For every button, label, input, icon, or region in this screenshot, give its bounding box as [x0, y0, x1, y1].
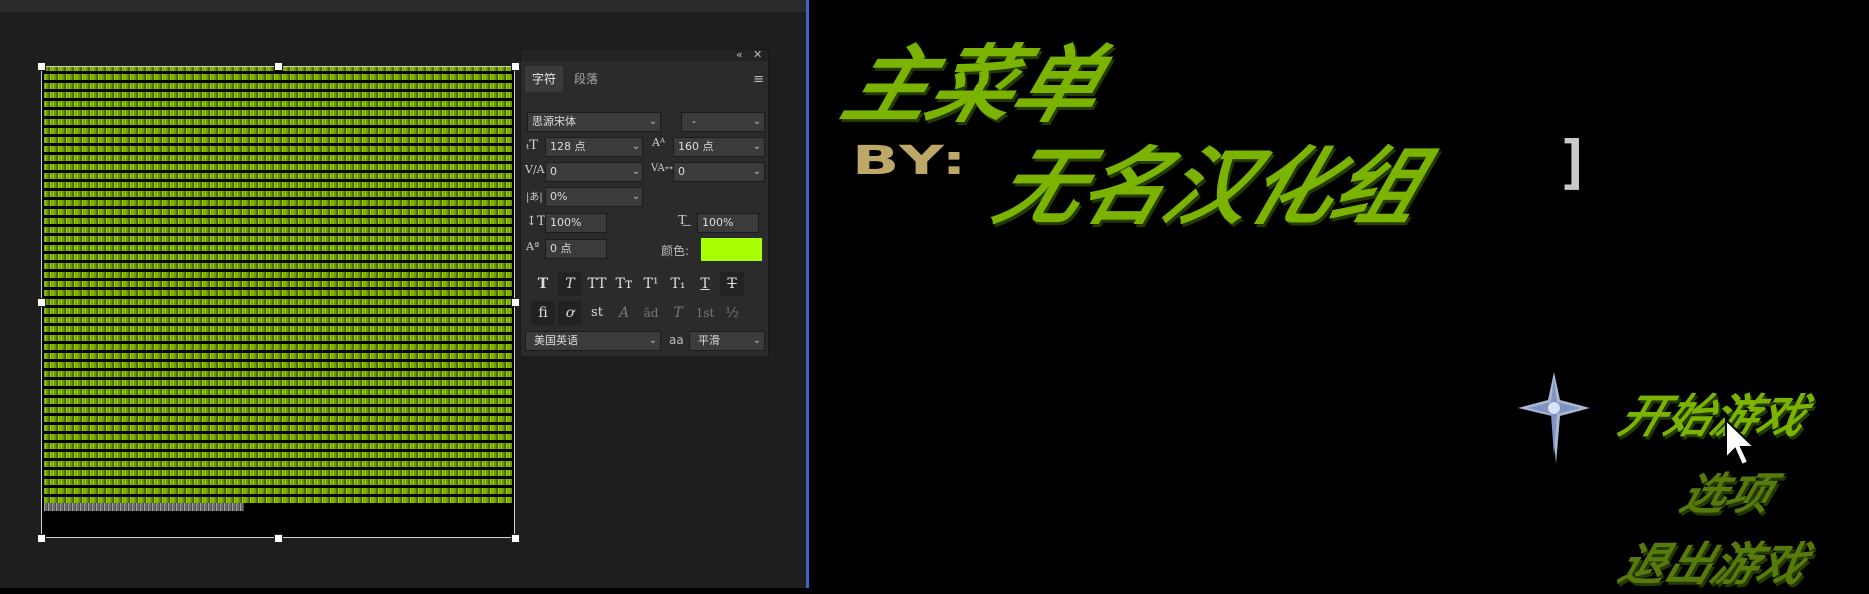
- dense-text-content: [44, 67, 512, 511]
- baseline-shift-input[interactable]: 0 点: [545, 239, 607, 259]
- subscript-button[interactable]: T₁: [666, 272, 690, 296]
- ligatures-button[interactable]: ﬁ: [531, 301, 555, 325]
- all-caps-button[interactable]: TT: [585, 272, 609, 296]
- menu-exit-game[interactable]: 退出游戏: [1611, 528, 1816, 594]
- editor-pane: « ✕ 字符 段落 ≡ 思源宋体 ⌄ - ⌄ ₜT 128 点 ⌄ Aᴬ 160…: [0, 0, 806, 588]
- close-icon[interactable]: ✕: [753, 48, 762, 61]
- character-panel: « ✕ 字符 段落 ≡ 思源宋体 ⌄ - ⌄ ₜT 128 点 ⌄ Aᴬ 160…: [520, 48, 769, 357]
- ornaments-button[interactable]: T: [666, 301, 690, 325]
- text-last-line: [44, 503, 244, 511]
- horizontal-scale-icon: T͟: [678, 212, 687, 228]
- strikethrough-button[interactable]: T: [720, 272, 744, 296]
- titling-alternates-button[interactable]: ād: [639, 301, 663, 325]
- mouse-pointer-icon: [1725, 418, 1757, 467]
- chevron-down-icon[interactable]: ⌄: [629, 187, 643, 207]
- handle-bottom-right[interactable]: [511, 534, 520, 543]
- handle-bottom-center[interactable]: [274, 534, 283, 543]
- handle-bottom-left[interactable]: [37, 534, 46, 543]
- kerning-icon: V/A: [525, 163, 545, 176]
- sparkle-cursor-icon: [1518, 372, 1590, 464]
- small-caps-button[interactable]: Tт: [612, 272, 636, 296]
- faux-bold-button[interactable]: T: [531, 272, 555, 296]
- menu-start-game[interactable]: 开始游戏: [1611, 380, 1816, 446]
- window-divider: [806, 0, 809, 588]
- horizontal-scale-input[interactable]: 100%: [697, 213, 759, 233]
- antialias-icon: aa: [669, 333, 684, 347]
- panel-menu-icon[interactable]: ≡: [753, 72, 764, 87]
- color-label: 颜色:: [661, 244, 690, 258]
- handle-top-right[interactable]: [511, 62, 520, 71]
- superscript-button[interactable]: T¹: [639, 272, 663, 296]
- credit-bracket: ]: [1556, 128, 1591, 196]
- panel-titlebar: « ✕: [521, 48, 768, 61]
- leading-icon: Aᴬ: [652, 136, 665, 149]
- text-bounding-box[interactable]: [41, 66, 515, 538]
- underline-button[interactable]: T: [693, 272, 717, 296]
- baseline-shift-icon: Aª: [526, 240, 540, 253]
- vertical-scale-icon: ↕T: [526, 214, 546, 229]
- vertical-scale-input[interactable]: 100%: [545, 213, 607, 233]
- translator-credit: 无名汉化组: [983, 137, 1437, 236]
- swash-button[interactable]: st: [585, 301, 609, 325]
- chevron-down-icon[interactable]: ⌄: [750, 112, 764, 132]
- handle-middle-right[interactable]: [511, 298, 520, 307]
- handle-top-center[interactable]: [274, 62, 283, 71]
- handle-middle-left[interactable]: [37, 298, 46, 307]
- fractions-button[interactable]: ½: [720, 301, 744, 325]
- font-family-select[interactable]: 思源宋体: [527, 112, 661, 132]
- chevron-down-icon[interactable]: ⌄: [750, 331, 764, 351]
- collapse-icon[interactable]: «: [736, 48, 743, 61]
- editor-top-strip: [0, 0, 806, 12]
- tsume-icon: |あ|: [526, 192, 543, 203]
- handle-top-left[interactable]: [37, 62, 46, 71]
- panel-tabs: 字符 段落 ≡: [521, 62, 768, 94]
- chevron-down-icon[interactable]: ⌄: [750, 162, 764, 182]
- tracking-icon: VA↔: [651, 163, 674, 174]
- faux-italic-button[interactable]: T: [558, 272, 582, 296]
- chevron-down-icon[interactable]: ⌄: [646, 331, 660, 351]
- tab-paragraph[interactable]: 段落: [567, 66, 605, 92]
- by-label: BY:: [852, 138, 970, 184]
- font-size-icon: ₜT: [526, 138, 538, 153]
- language-select[interactable]: 美国英语: [525, 331, 661, 351]
- stylistic-alternates-button[interactable]: A: [612, 301, 636, 325]
- chevron-down-icon[interactable]: ⌄: [629, 137, 643, 157]
- tab-character[interactable]: 字符: [525, 66, 564, 92]
- color-swatch[interactable]: [701, 238, 762, 261]
- ordinals-button[interactable]: 1st: [693, 301, 717, 325]
- chevron-down-icon[interactable]: ⌄: [646, 112, 660, 132]
- discretionary-ligatures-button[interactable]: ơ: [558, 301, 582, 325]
- chevron-down-icon[interactable]: ⌄: [629, 162, 643, 182]
- chevron-down-icon[interactable]: ⌄: [750, 137, 764, 157]
